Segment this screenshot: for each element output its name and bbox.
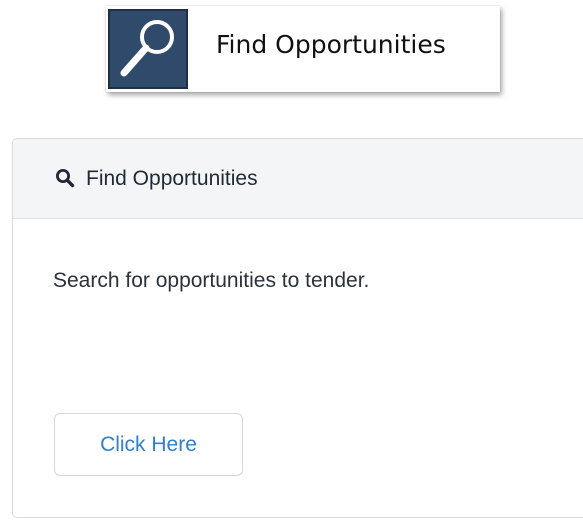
click-here-button[interactable]: Click Here <box>54 413 243 476</box>
banner-title: Find Opportunities <box>216 30 446 59</box>
magnifying-glass-icon <box>108 9 188 89</box>
find-opportunities-banner: Find Opportunities <box>106 6 500 92</box>
card-header: Find Opportunities <box>13 139 583 219</box>
card-description: Search for opportunities to tender. <box>53 269 370 292</box>
find-opportunities-card: Find Opportunities Search for opportunit… <box>12 138 583 518</box>
card-title: Find Opportunities <box>86 167 258 190</box>
search-icon <box>55 168 75 188</box>
